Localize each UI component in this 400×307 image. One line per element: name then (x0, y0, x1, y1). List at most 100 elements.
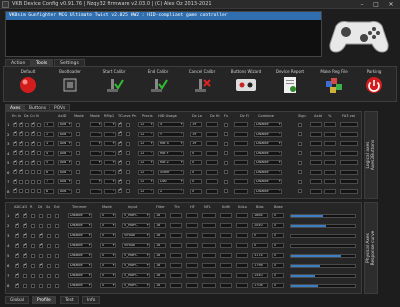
combine-select[interactable]: Disable (254, 131, 282, 137)
axis-checkbox[interactable] (13, 122, 17, 127)
fa3-field[interactable] (340, 150, 358, 156)
buttons-wizard-button[interactable]: Buttons Wizard (222, 69, 270, 101)
tcurve-select[interactable] (104, 150, 116, 156)
mode-select[interactable]: Abs (58, 141, 72, 146)
device-list[interactable]: VKBsim Gunfighter MCG Ultimate Twist v2.… (5, 11, 322, 57)
maximize-button[interactable]: □ (369, 0, 383, 9)
percent-field[interactable] (324, 141, 336, 146)
kdlo-field[interactable] (236, 263, 248, 268)
cancel-calibr-button[interactable]: Cancel Calibr (178, 69, 226, 101)
pn-checkbox[interactable] (118, 131, 122, 136)
axid-field[interactable]: 3 (44, 141, 54, 146)
mode-select[interactable]: 0 (100, 283, 116, 288)
thr-field[interactable] (170, 283, 182, 288)
hid-usage-select[interactable]: Z (158, 188, 184, 194)
axis-checkbox[interactable] (37, 151, 41, 155)
percent-field[interactable] (324, 122, 336, 127)
percent-field[interactable] (324, 160, 336, 165)
physical-checkbox[interactable] (15, 263, 19, 268)
physical-checkbox[interactable] (55, 223, 59, 228)
input-select[interactable]: V_MaPC (122, 213, 150, 218)
combine-select[interactable]: Disable (254, 169, 282, 175)
physical-checkbox[interactable] (39, 283, 43, 288)
kdhi-field[interactable] (220, 233, 232, 238)
mode-checkbox[interactable] (76, 189, 80, 193)
sign-checkbox[interactable] (298, 170, 302, 174)
physical-checkbox[interactable] (31, 283, 35, 288)
physical-checkbox[interactable] (55, 263, 59, 268)
percent-field[interactable] (324, 150, 336, 156)
dz-lo-field[interactable]: 0 (190, 169, 202, 175)
axid-field[interactable]: 5 (44, 160, 54, 165)
kdlo-field[interactable] (236, 273, 248, 278)
tab-test[interactable]: Test (60, 296, 79, 304)
default-button[interactable]: Default (4, 69, 52, 101)
hf-field[interactable] (186, 263, 198, 268)
physical-checkbox[interactable] (23, 253, 27, 258)
mode-select[interactable]: 0 (100, 243, 116, 248)
rmp-select[interactable] (90, 131, 102, 137)
physical-checkbox[interactable] (47, 243, 51, 248)
percent-field[interactable] (324, 131, 336, 137)
fa3-field[interactable] (340, 160, 358, 165)
precis-select[interactable]: 12 (138, 131, 154, 137)
physical-checkbox[interactable] (23, 263, 27, 268)
axis-checkbox[interactable] (19, 179, 23, 184)
axis-checkbox[interactable] (25, 141, 29, 146)
mode-checkbox[interactable] (76, 151, 80, 155)
tcurve-select[interactable] (104, 122, 116, 127)
thr-field[interactable] (170, 263, 182, 268)
nfl-field[interactable] (202, 253, 216, 258)
physical-checkbox[interactable] (31, 213, 35, 218)
logical-axes-sidebar[interactable]: Logical axes Axes2Buttons (364, 111, 378, 199)
start-calibr-button[interactable]: Start Calibr (90, 69, 138, 101)
mode-select[interactable]: 0 (100, 263, 116, 268)
axis-checkbox[interactable] (19, 189, 23, 193)
physical-checkbox[interactable] (23, 223, 27, 228)
physical-checkbox[interactable] (47, 263, 51, 268)
input-select[interactable]: Virtual (122, 243, 150, 248)
physical-checkbox[interactable] (23, 273, 27, 278)
physical-checkbox[interactable] (55, 233, 59, 238)
mode-select[interactable]: Abs (58, 150, 72, 156)
physical-checkbox[interactable] (23, 243, 27, 248)
sign-checkbox[interactable] (298, 122, 302, 127)
axid-field[interactable]: 7 (44, 179, 54, 184)
axis-checkbox[interactable] (25, 122, 29, 127)
precis-select[interactable]: 12 (138, 188, 154, 194)
bias-field[interactable]: 0 (252, 233, 268, 238)
axis-checkbox[interactable] (31, 160, 35, 165)
combine-select[interactable]: Disable (254, 188, 282, 194)
base-field[interactable]: 0 (272, 273, 284, 278)
combine-select[interactable]: Disable (254, 160, 282, 165)
axis-checkbox[interactable] (19, 160, 23, 165)
physical-checkbox[interactable] (47, 223, 51, 228)
filter-field[interactable]: 16 (154, 233, 166, 238)
nfl-field[interactable] (202, 263, 216, 268)
axis-checkbox[interactable] (31, 189, 35, 193)
trimmer-select[interactable]: Disable (68, 223, 92, 228)
physical-checkbox[interactable] (47, 213, 51, 218)
fs-checkbox[interactable] (224, 132, 228, 136)
mode-checkbox[interactable] (76, 170, 80, 174)
kdlo-field[interactable] (236, 213, 248, 218)
dz-lo-field[interactable]: 19 (190, 141, 202, 146)
axis-checkbox[interactable] (19, 131, 23, 136)
axis-checkbox[interactable] (13, 141, 17, 146)
combine-select[interactable]: Disable (254, 141, 282, 146)
trimmer-select[interactable]: Disable (68, 213, 92, 218)
physical-checkbox[interactable] (47, 283, 51, 288)
bias-field[interactable]: 1540 (252, 273, 268, 278)
physical-checkbox[interactable] (39, 263, 43, 268)
axis-checkbox[interactable] (25, 151, 29, 155)
dz-fi-field[interactable] (234, 179, 248, 184)
hid-usage-select[interactable]: Rot Z (158, 160, 184, 165)
base-field[interactable]: 0 (272, 253, 284, 258)
pn2-checkbox[interactable] (126, 122, 130, 127)
dz-hi-field[interactable] (206, 179, 218, 184)
pn-checkbox[interactable] (118, 179, 122, 184)
nfl-field[interactable] (202, 223, 216, 228)
kdhi-field[interactable] (220, 213, 232, 218)
mode-select[interactable]: 0 (100, 213, 116, 218)
kdlo-field[interactable] (236, 253, 248, 258)
